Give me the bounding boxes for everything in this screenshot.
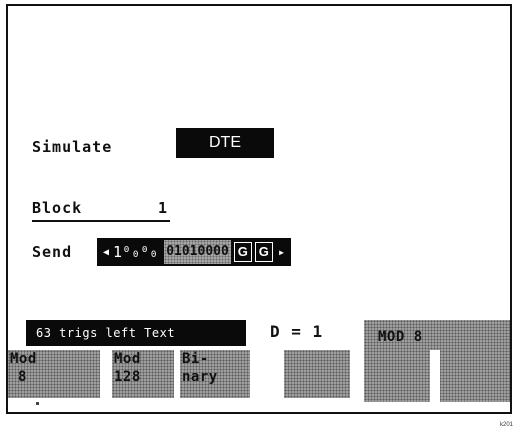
right-arrow-icon[interactable]: ▸ [273, 245, 291, 259]
block-label: Block [32, 199, 83, 217]
screen-frame: Simulate DTE Block 1 Send ◀ 1⁰₀⁰₀ 010100… [6, 4, 512, 414]
send-bits: 01010000 [164, 240, 231, 264]
softkey-line: Mod [10, 351, 37, 367]
softkey-line: nary [182, 369, 218, 385]
softkey-mod-8[interactable]: Mod 8 [8, 350, 100, 398]
cursor-dot [36, 402, 39, 405]
send-digits: 1⁰₀⁰₀ [113, 243, 159, 261]
softkey-notch [430, 350, 440, 402]
block-number: 1 [158, 199, 169, 217]
softkey-line: Mod [114, 351, 141, 367]
trigs-status: 63 trigs left Text [26, 320, 246, 346]
simulate-dte-field[interactable]: DTE [176, 128, 274, 158]
left-arrow-icon[interactable]: ◀ [103, 247, 109, 258]
softkey-line: 8 [18, 369, 27, 385]
softkey-binary[interactable]: Bi- nary [180, 350, 250, 398]
send-left-segment: ◀ 1⁰₀⁰₀ [97, 238, 164, 266]
softkey-mod-128[interactable]: Mod 128 [112, 350, 174, 398]
softkey-blank[interactable] [284, 350, 350, 398]
send-g-block-2: G [254, 242, 273, 262]
softkey-mod-8-selected[interactable]: MOD 8 [364, 320, 510, 402]
softkey-line: MOD 8 [378, 329, 423, 345]
softkey-line: 128 [114, 369, 141, 385]
figure-code: k201 [499, 422, 513, 428]
softkey-line: Bi- [182, 351, 209, 367]
d-value: D = 1 [270, 322, 324, 341]
send-field[interactable]: ◀ 1⁰₀⁰₀ 01010000 G G ▸ [97, 238, 292, 266]
send-g-block-1: G [233, 242, 252, 262]
simulate-label: Simulate [32, 138, 113, 156]
send-label: Send [32, 243, 73, 261]
block-underline [32, 220, 170, 222]
